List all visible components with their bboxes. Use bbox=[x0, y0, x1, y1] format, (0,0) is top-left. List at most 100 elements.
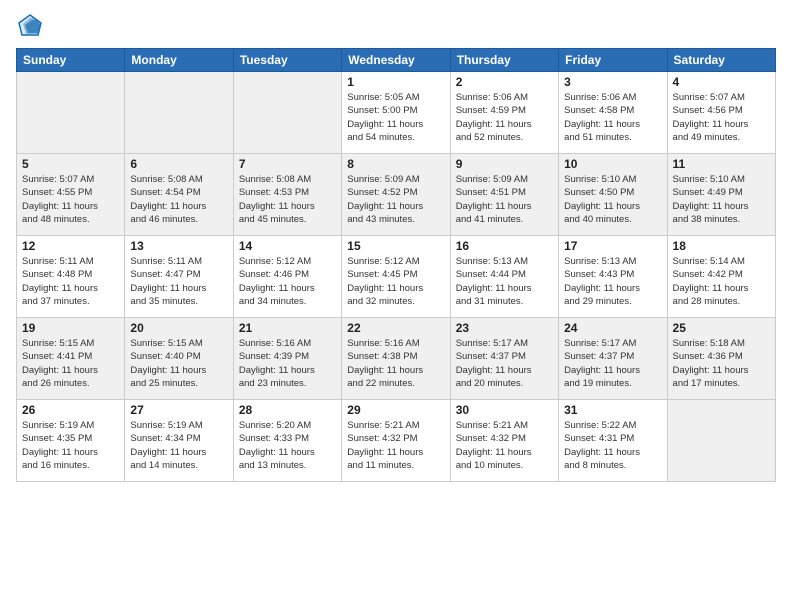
day-info: Sunrise: 5:13 AM Sunset: 4:43 PM Dayligh… bbox=[564, 255, 661, 308]
day-number: 14 bbox=[239, 239, 336, 253]
calendar-cell: 11 Sunrise: 5:10 AM Sunset: 4:49 PM Dayli… bbox=[667, 154, 775, 236]
calendar: SundayMondayTuesdayWednesdayThursdayFrid… bbox=[16, 48, 776, 482]
day-info: Sunrise: 5:07 AM Sunset: 4:56 PM Dayligh… bbox=[673, 91, 770, 144]
day-number: 19 bbox=[22, 321, 119, 335]
header bbox=[16, 12, 776, 40]
day-number: 20 bbox=[130, 321, 227, 335]
weekday-header-wednesday: Wednesday bbox=[342, 49, 450, 72]
day-info: Sunrise: 5:16 AM Sunset: 4:38 PM Dayligh… bbox=[347, 337, 444, 390]
day-number: 21 bbox=[239, 321, 336, 335]
calendar-cell bbox=[667, 400, 775, 482]
calendar-cell: 21 Sunrise: 5:16 AM Sunset: 4:39 PM Dayli… bbox=[233, 318, 341, 400]
day-number: 17 bbox=[564, 239, 661, 253]
calendar-cell: 15 Sunrise: 5:12 AM Sunset: 4:45 PM Dayli… bbox=[342, 236, 450, 318]
day-info: Sunrise: 5:22 AM Sunset: 4:31 PM Dayligh… bbox=[564, 419, 661, 472]
day-number: 8 bbox=[347, 157, 444, 171]
weekday-header-friday: Friday bbox=[559, 49, 667, 72]
weekday-header-monday: Monday bbox=[125, 49, 233, 72]
calendar-cell: 24Sunrise: 5:17 AM Sunset: 4:37 PM Dayli… bbox=[559, 318, 667, 400]
calendar-cell: 25 Sunrise: 5:18 AM Sunset: 4:36 PM Dayli… bbox=[667, 318, 775, 400]
day-number: 31 bbox=[564, 403, 661, 417]
day-number: 30 bbox=[456, 403, 553, 417]
calendar-cell: 16 Sunrise: 5:13 AM Sunset: 4:44 PM Dayli… bbox=[450, 236, 558, 318]
calendar-cell: 7Sunrise: 5:08 AM Sunset: 4:53 PM Daylig… bbox=[233, 154, 341, 236]
day-info: Sunrise: 5:18 AM Sunset: 4:36 PM Dayligh… bbox=[673, 337, 770, 390]
weekday-header-sunday: Sunday bbox=[17, 49, 125, 72]
calendar-cell: 26Sunrise: 5:19 AM Sunset: 4:35 PM Dayli… bbox=[17, 400, 125, 482]
day-number: 13 bbox=[130, 239, 227, 253]
day-number: 25 bbox=[673, 321, 770, 335]
day-number: 15 bbox=[347, 239, 444, 253]
day-info: Sunrise: 5:15 AM Sunset: 4:40 PM Dayligh… bbox=[130, 337, 227, 390]
weekday-header-saturday: Saturday bbox=[667, 49, 775, 72]
calendar-cell: 13 Sunrise: 5:11 AM Sunset: 4:47 PM Dayli… bbox=[125, 236, 233, 318]
day-number: 5 bbox=[22, 157, 119, 171]
day-number: 23 bbox=[456, 321, 553, 335]
calendar-cell: 19 Sunrise: 5:15 AM Sunset: 4:41 PM Dayli… bbox=[17, 318, 125, 400]
day-info: Sunrise: 5:15 AM Sunset: 4:41 PM Dayligh… bbox=[22, 337, 119, 390]
day-number: 29 bbox=[347, 403, 444, 417]
day-info: Sunrise: 5:10 AM Sunset: 4:50 PM Dayligh… bbox=[564, 173, 661, 226]
day-number: 9 bbox=[456, 157, 553, 171]
logo bbox=[16, 12, 48, 40]
calendar-row-3: 12 Sunrise: 5:11 AM Sunset: 4:48 PM Dayli… bbox=[17, 236, 776, 318]
calendar-cell: 4 Sunrise: 5:07 AM Sunset: 4:56 PM Daylig… bbox=[667, 72, 775, 154]
day-number: 24 bbox=[564, 321, 661, 335]
calendar-cell bbox=[125, 72, 233, 154]
calendar-cell: 22 Sunrise: 5:16 AM Sunset: 4:38 PM Dayli… bbox=[342, 318, 450, 400]
weekday-header-row: SundayMondayTuesdayWednesdayThursdayFrid… bbox=[17, 49, 776, 72]
day-info: Sunrise: 5:09 AM Sunset: 4:52 PM Dayligh… bbox=[347, 173, 444, 226]
day-number: 22 bbox=[347, 321, 444, 335]
day-info: Sunrise: 5:14 AM Sunset: 4:42 PM Dayligh… bbox=[673, 255, 770, 308]
day-number: 16 bbox=[456, 239, 553, 253]
day-info: Sunrise: 5:11 AM Sunset: 4:48 PM Dayligh… bbox=[22, 255, 119, 308]
day-info: Sunrise: 5:06 AM Sunset: 4:58 PM Dayligh… bbox=[564, 91, 661, 144]
calendar-cell: 3 Sunrise: 5:06 AM Sunset: 4:58 PM Daylig… bbox=[559, 72, 667, 154]
day-info: Sunrise: 5:16 AM Sunset: 4:39 PM Dayligh… bbox=[239, 337, 336, 390]
calendar-cell: 31 Sunrise: 5:22 AM Sunset: 4:31 PM Dayli… bbox=[559, 400, 667, 482]
day-number: 1 bbox=[347, 75, 444, 89]
day-info: Sunrise: 5:09 AM Sunset: 4:51 PM Dayligh… bbox=[456, 173, 553, 226]
logo-icon bbox=[16, 12, 44, 40]
calendar-cell: 17 Sunrise: 5:13 AM Sunset: 4:43 PM Dayli… bbox=[559, 236, 667, 318]
weekday-header-tuesday: Tuesday bbox=[233, 49, 341, 72]
day-info: Sunrise: 5:07 AM Sunset: 4:55 PM Dayligh… bbox=[22, 173, 119, 226]
calendar-row-4: 19 Sunrise: 5:15 AM Sunset: 4:41 PM Dayli… bbox=[17, 318, 776, 400]
day-number: 28 bbox=[239, 403, 336, 417]
day-info: Sunrise: 5:11 AM Sunset: 4:47 PM Dayligh… bbox=[130, 255, 227, 308]
calendar-cell: 20 Sunrise: 5:15 AM Sunset: 4:40 PM Dayli… bbox=[125, 318, 233, 400]
day-number: 7 bbox=[239, 157, 336, 171]
day-number: 11 bbox=[673, 157, 770, 171]
day-info: Sunrise: 5:12 AM Sunset: 4:45 PM Dayligh… bbox=[347, 255, 444, 308]
day-number: 27 bbox=[130, 403, 227, 417]
day-number: 26 bbox=[22, 403, 119, 417]
calendar-cell: 10 Sunrise: 5:10 AM Sunset: 4:50 PM Dayli… bbox=[559, 154, 667, 236]
calendar-cell: 14Sunrise: 5:12 AM Sunset: 4:46 PM Dayli… bbox=[233, 236, 341, 318]
calendar-cell: 23Sunrise: 5:17 AM Sunset: 4:37 PM Dayli… bbox=[450, 318, 558, 400]
day-info: Sunrise: 5:05 AM Sunset: 5:00 PM Dayligh… bbox=[347, 91, 444, 144]
day-number: 2 bbox=[456, 75, 553, 89]
day-number: 3 bbox=[564, 75, 661, 89]
page: SundayMondayTuesdayWednesdayThursdayFrid… bbox=[0, 0, 792, 612]
day-number: 10 bbox=[564, 157, 661, 171]
calendar-cell: 6Sunrise: 5:08 AM Sunset: 4:54 PM Daylig… bbox=[125, 154, 233, 236]
weekday-header-thursday: Thursday bbox=[450, 49, 558, 72]
calendar-cell: 1 Sunrise: 5:05 AM Sunset: 5:00 PM Daylig… bbox=[342, 72, 450, 154]
calendar-cell: 12 Sunrise: 5:11 AM Sunset: 4:48 PM Dayli… bbox=[17, 236, 125, 318]
day-info: Sunrise: 5:21 AM Sunset: 4:32 PM Dayligh… bbox=[347, 419, 444, 472]
day-number: 18 bbox=[673, 239, 770, 253]
calendar-cell: 9 Sunrise: 5:09 AM Sunset: 4:51 PM Daylig… bbox=[450, 154, 558, 236]
day-number: 6 bbox=[130, 157, 227, 171]
calendar-cell: 5 Sunrise: 5:07 AM Sunset: 4:55 PM Daylig… bbox=[17, 154, 125, 236]
calendar-row-2: 5 Sunrise: 5:07 AM Sunset: 4:55 PM Daylig… bbox=[17, 154, 776, 236]
calendar-cell: 29 Sunrise: 5:21 AM Sunset: 4:32 PM Dayli… bbox=[342, 400, 450, 482]
calendar-cell: 2Sunrise: 5:06 AM Sunset: 4:59 PM Daylig… bbox=[450, 72, 558, 154]
day-info: Sunrise: 5:13 AM Sunset: 4:44 PM Dayligh… bbox=[456, 255, 553, 308]
day-number: 12 bbox=[22, 239, 119, 253]
calendar-row-5: 26Sunrise: 5:19 AM Sunset: 4:35 PM Dayli… bbox=[17, 400, 776, 482]
day-number: 4 bbox=[673, 75, 770, 89]
day-info: Sunrise: 5:10 AM Sunset: 4:49 PM Dayligh… bbox=[673, 173, 770, 226]
calendar-cell: 30Sunrise: 5:21 AM Sunset: 4:32 PM Dayli… bbox=[450, 400, 558, 482]
calendar-row-1: 1 Sunrise: 5:05 AM Sunset: 5:00 PM Daylig… bbox=[17, 72, 776, 154]
calendar-cell bbox=[17, 72, 125, 154]
